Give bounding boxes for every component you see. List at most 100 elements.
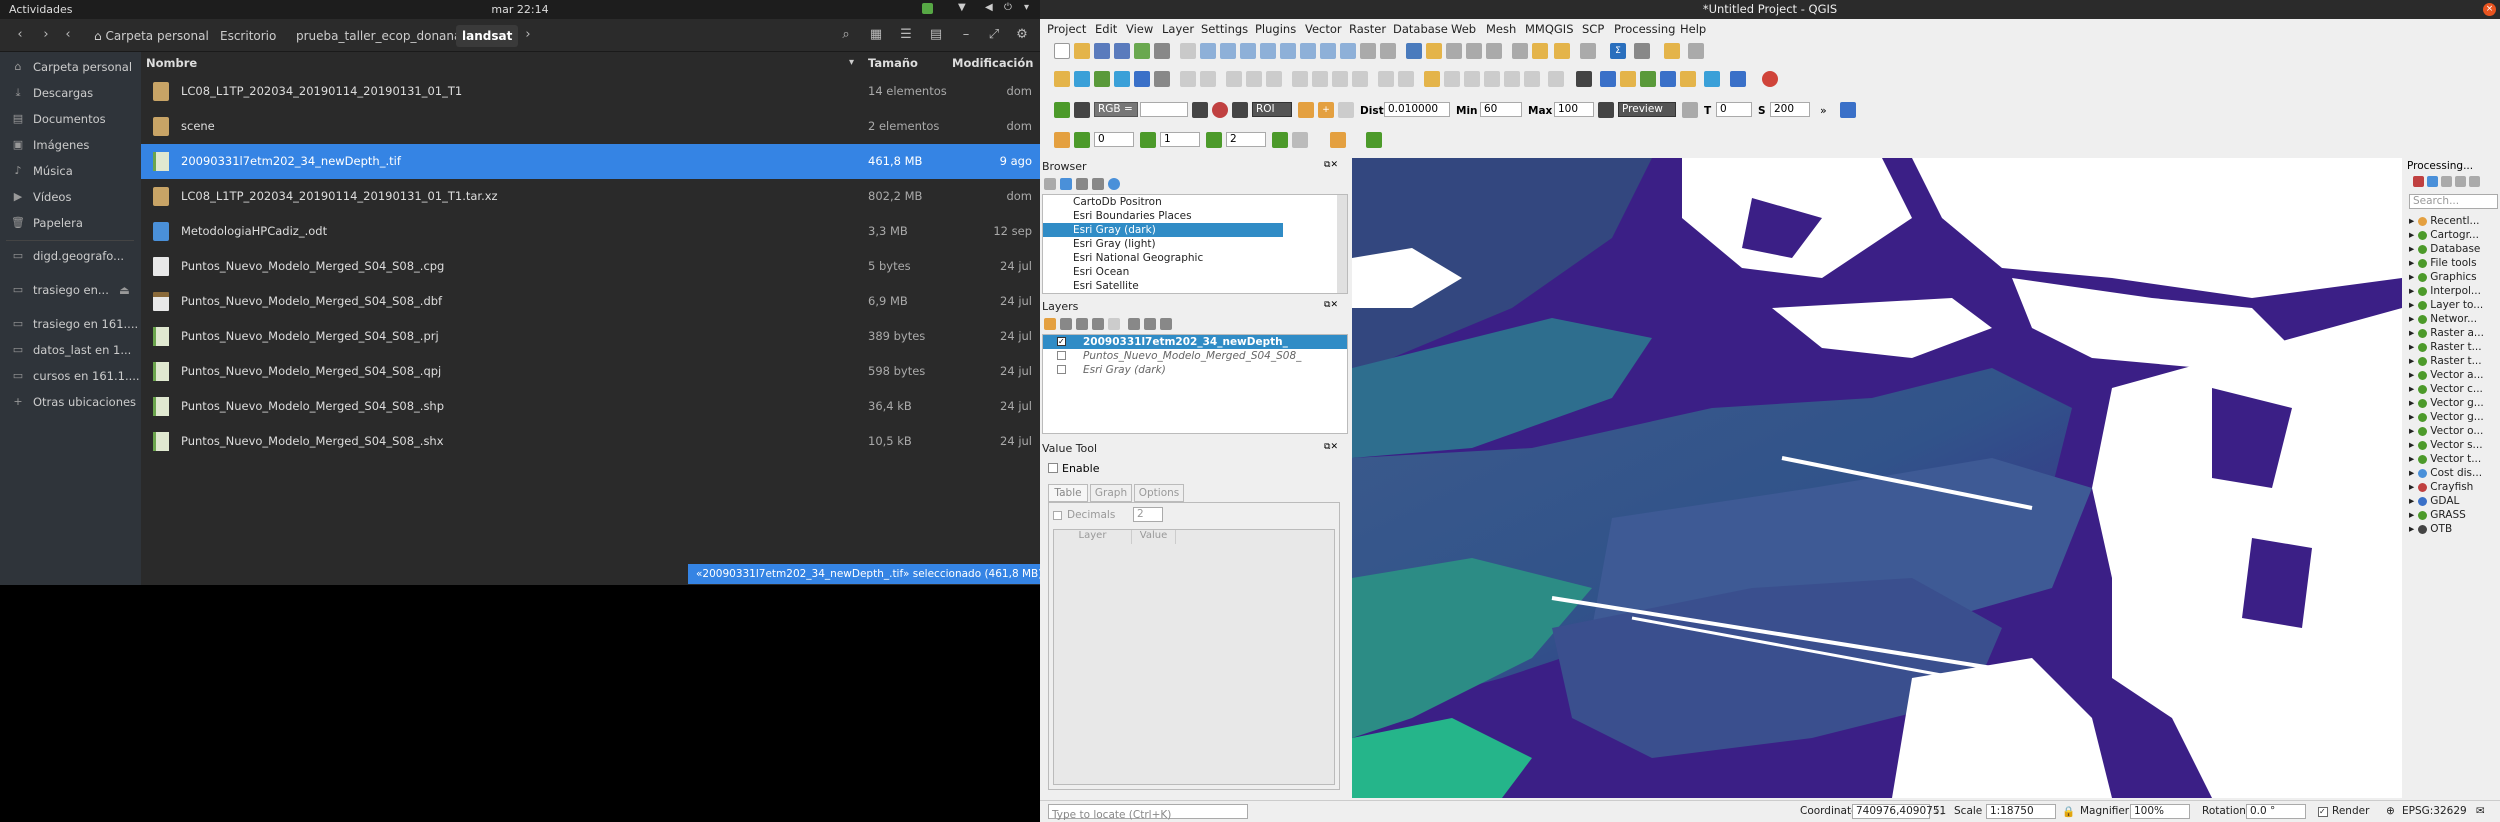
min-input[interactable]: 60 [1480,102,1522,117]
processing-item[interactable]: ▸ Vector g... [2409,410,2484,424]
hexagon-icon[interactable] [1366,132,1382,148]
browser-item[interactable]: Esri Boundaries Places [1043,209,1283,223]
breadcrumb-prueba[interactable]: prueba_taller_ecop_donana [290,25,467,47]
menu-web[interactable]: Web [1451,22,1476,36]
sidebar-item-downloads[interactable]: ⤓ Descargas [0,82,141,104]
menu-scp[interactable]: SCP [1582,22,1604,36]
show-rgb-icon[interactable] [1192,102,1208,118]
data-source-manager-icon[interactable] [1054,71,1070,87]
map-themes-icon[interactable] [1076,318,1088,330]
plugin-icon[interactable] [1620,71,1636,87]
rgb-combo[interactable]: RGB = [1094,102,1138,117]
menu-project[interactable]: Project [1047,22,1086,36]
breadcrumb-left-arrow[interactable]: ‹ [58,26,78,46]
processing-item[interactable]: ▸ Vector s... [2409,438,2483,452]
tab-options[interactable]: Options [1134,484,1184,502]
band-blue-input[interactable]: 2 [1226,132,1266,147]
processing-item-recent[interactable]: ▸ Recentl... [2409,214,2480,228]
layer-checkbox[interactable]: ✓ [1057,337,1066,346]
close-icon[interactable]: × [2483,3,2496,16]
extents-icon[interactable]: ⛶ [1936,805,1943,818]
open-project-icon[interactable] [1074,43,1090,59]
history-icon[interactable] [2441,176,2452,187]
edit-pencil-icon[interactable] [1180,71,1196,87]
python-icon[interactable] [1600,71,1616,87]
zoom-last-icon[interactable] [1320,43,1336,59]
style-manager-icon[interactable] [1154,43,1170,59]
menu-help[interactable]: Help [1680,22,1706,36]
sidebar-item-network-2[interactable]: ▭ trasiego en... ⏏ [0,279,141,301]
processing-item[interactable]: ▸ Interpol... [2409,284,2481,298]
search-icon[interactable]: ⌕ [836,26,856,46]
sum-icon[interactable]: Σ [1610,43,1626,59]
processing-item[interactable]: ▸ File tools [2409,256,2477,270]
map-tips-icon[interactable] [1580,43,1596,59]
undo-icon[interactable] [1378,71,1394,87]
models-icon[interactable] [2413,176,2424,187]
delete-selected-icon[interactable] [1292,71,1308,87]
local-contrast-icon[interactable] [1212,102,1228,118]
help-icon[interactable] [1730,71,1746,87]
band-red-input[interactable]: 0 [1094,132,1134,147]
menu-vector[interactable]: Vector [1305,22,1342,36]
menu-raster[interactable]: Raster [1349,22,1386,36]
eject-icon[interactable]: ⏏ [119,279,130,301]
band-settings-icon[interactable] [1292,132,1308,148]
processing-item[interactable]: ▸ OTB [2409,522,2452,536]
processing-item[interactable]: ▸ Database [2409,242,2480,256]
roi-button[interactable]: ROI [1252,102,1292,117]
rotation-input[interactable]: 0.0 ° [2246,804,2306,819]
processing-item[interactable]: ▸ Layer to... [2409,298,2483,312]
layout-icon[interactable] [1134,43,1150,59]
band-blue-icon[interactable] [1206,132,1222,148]
browser-item[interactable]: Esri National Geographic [1043,251,1283,265]
add-feature-icon[interactable] [1246,71,1262,87]
filter-expr-icon[interactable] [1108,318,1120,330]
map-canvas[interactable] [1352,158,2402,798]
sidebar-item-network-4[interactable]: ▭ datos_last en 1... [0,339,141,361]
roi-draw-icon[interactable]: + [1318,102,1334,118]
column-header-size[interactable]: Tamaño [868,52,918,74]
sidebar-item-documents[interactable]: ▤ Documentos [0,108,141,130]
layer-item[interactable]: Puntos_Nuevo_Modelo_Merged_S04_S08_ [1043,349,1347,363]
browser-scrollbar[interactable] [1337,195,1347,293]
processing-item[interactable]: ▸ Vector o... [2409,424,2483,438]
processing-item[interactable]: ▸ Crayfish [2409,480,2473,494]
power-icon[interactable]: ⏻ [1004,3,1014,13]
breadcrumb-escritorio[interactable]: Escritorio [214,25,282,47]
enable-checkbox[interactable] [1048,463,1058,473]
layer-item-selected[interactable]: ✓ 20090331l7etm202_34_newDepth_ [1043,335,1347,349]
rgb-value-combo[interactable] [1140,102,1188,117]
grass-icon[interactable] [1640,71,1656,87]
volume-icon[interactable]: ◀ [985,3,995,13]
cut-features-icon[interactable] [1312,71,1328,87]
vertex-tool-icon[interactable] [1266,71,1282,87]
forward-button[interactable]: › [36,26,56,46]
toggle-edit-icon[interactable] [1200,71,1216,87]
add-vector-icon[interactable] [1074,71,1090,87]
processing-item[interactable]: ▸ GDAL [2409,494,2459,508]
file-row[interactable]: Puntos_Nuevo_Modelo_Merged_S04_S08_.shp 3… [141,389,1040,424]
refresh-icon[interactable] [1060,178,1072,190]
menu-icon[interactable]: ▤ [926,26,946,46]
file-row[interactable]: LC08_L1TP_202034_20190114_20190131_01_T1… [141,74,1040,109]
render-checkbox[interactable]: ✓ [2318,807,2328,817]
refresh-icon[interactable] [1380,43,1396,59]
menu-plugins[interactable]: Plugins [1255,22,1296,36]
band-green-icon[interactable] [1140,132,1156,148]
zoom-out-icon[interactable] [1240,43,1256,59]
save-edits-icon[interactable] [1226,71,1242,87]
sidebar-item-other-locations[interactable]: + Otras ubicaciones [0,391,141,413]
new-project-icon[interactable] [1054,43,1070,59]
roi-zoom-icon[interactable] [1232,102,1248,118]
decimals-checkbox[interactable] [1053,511,1062,520]
deselect-icon[interactable] [1446,43,1462,59]
menu-mesh[interactable]: Mesh [1486,22,1516,36]
scripts-icon[interactable] [2427,176,2438,187]
processing-item[interactable]: ▸ Cost dis... [2409,466,2482,480]
file-row-selected[interactable]: 20090331l7etm202_34_newDepth_.tif 461,8 M… [141,144,1040,179]
processing-item[interactable]: ▸ Vector g... [2409,396,2484,410]
scp-zoom-icon[interactable] [1074,102,1090,118]
roi-pointer-icon[interactable] [1298,102,1314,118]
file-row[interactable]: Puntos_Nuevo_Modelo_Merged_S04_S08_.shx 1… [141,424,1040,459]
